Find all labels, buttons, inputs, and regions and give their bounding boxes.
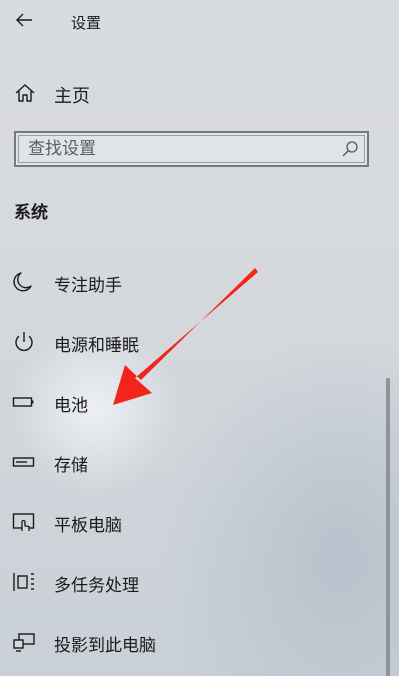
nav-item-multitasking[interactable]: 多任务处理 — [0, 552, 378, 612]
search-input[interactable] — [28, 137, 328, 161]
multitasking-icon — [12, 571, 36, 593]
nav-item-storage[interactable]: 存储 — [0, 432, 378, 492]
nav-item-label: 投影到此电脑 — [54, 636, 156, 656]
scrollbar-thumb[interactable] — [386, 378, 390, 676]
nav-item-label: 多任务处理 — [54, 576, 139, 596]
project-icon — [12, 631, 36, 653]
nav-item-label: 平板电脑 — [54, 516, 122, 536]
moon-icon — [12, 271, 36, 293]
nav-item-battery[interactable]: 电池 — [0, 372, 378, 432]
nav-item-power-sleep[interactable]: 电源和睡眠 — [0, 312, 378, 372]
nav-item-label: 电池 — [54, 396, 88, 416]
system-nav-list: 专注助手 电源和睡眠 电池 存储 平板电脑 多任务处理 投影到此电脑 — [0, 252, 378, 672]
power-icon — [12, 331, 36, 353]
nav-item-focus-assist[interactable]: 专注助手 — [0, 252, 378, 312]
nav-item-project[interactable]: 投影到此电脑 — [0, 612, 378, 672]
search-icon[interactable] — [341, 140, 359, 158]
home-icon — [14, 83, 36, 103]
home-label: 主页 — [54, 86, 90, 107]
nav-item-label: 专注助手 — [54, 276, 122, 296]
home-nav-item[interactable]: 主页 — [0, 74, 370, 112]
tablet-icon — [12, 511, 36, 533]
search-box[interactable] — [14, 131, 369, 167]
nav-item-label: 存储 — [54, 456, 88, 476]
nav-item-tablet[interactable]: 平板电脑 — [0, 492, 378, 552]
section-title: 系统 — [14, 203, 48, 223]
back-button[interactable] — [10, 6, 38, 34]
battery-icon — [12, 391, 36, 413]
nav-item-label: 电源和睡眠 — [54, 336, 139, 356]
window-title: 设置 — [71, 14, 102, 32]
back-arrow-icon — [16, 13, 32, 27]
title-bar: 设置 — [0, 0, 399, 42]
storage-icon — [12, 451, 36, 473]
